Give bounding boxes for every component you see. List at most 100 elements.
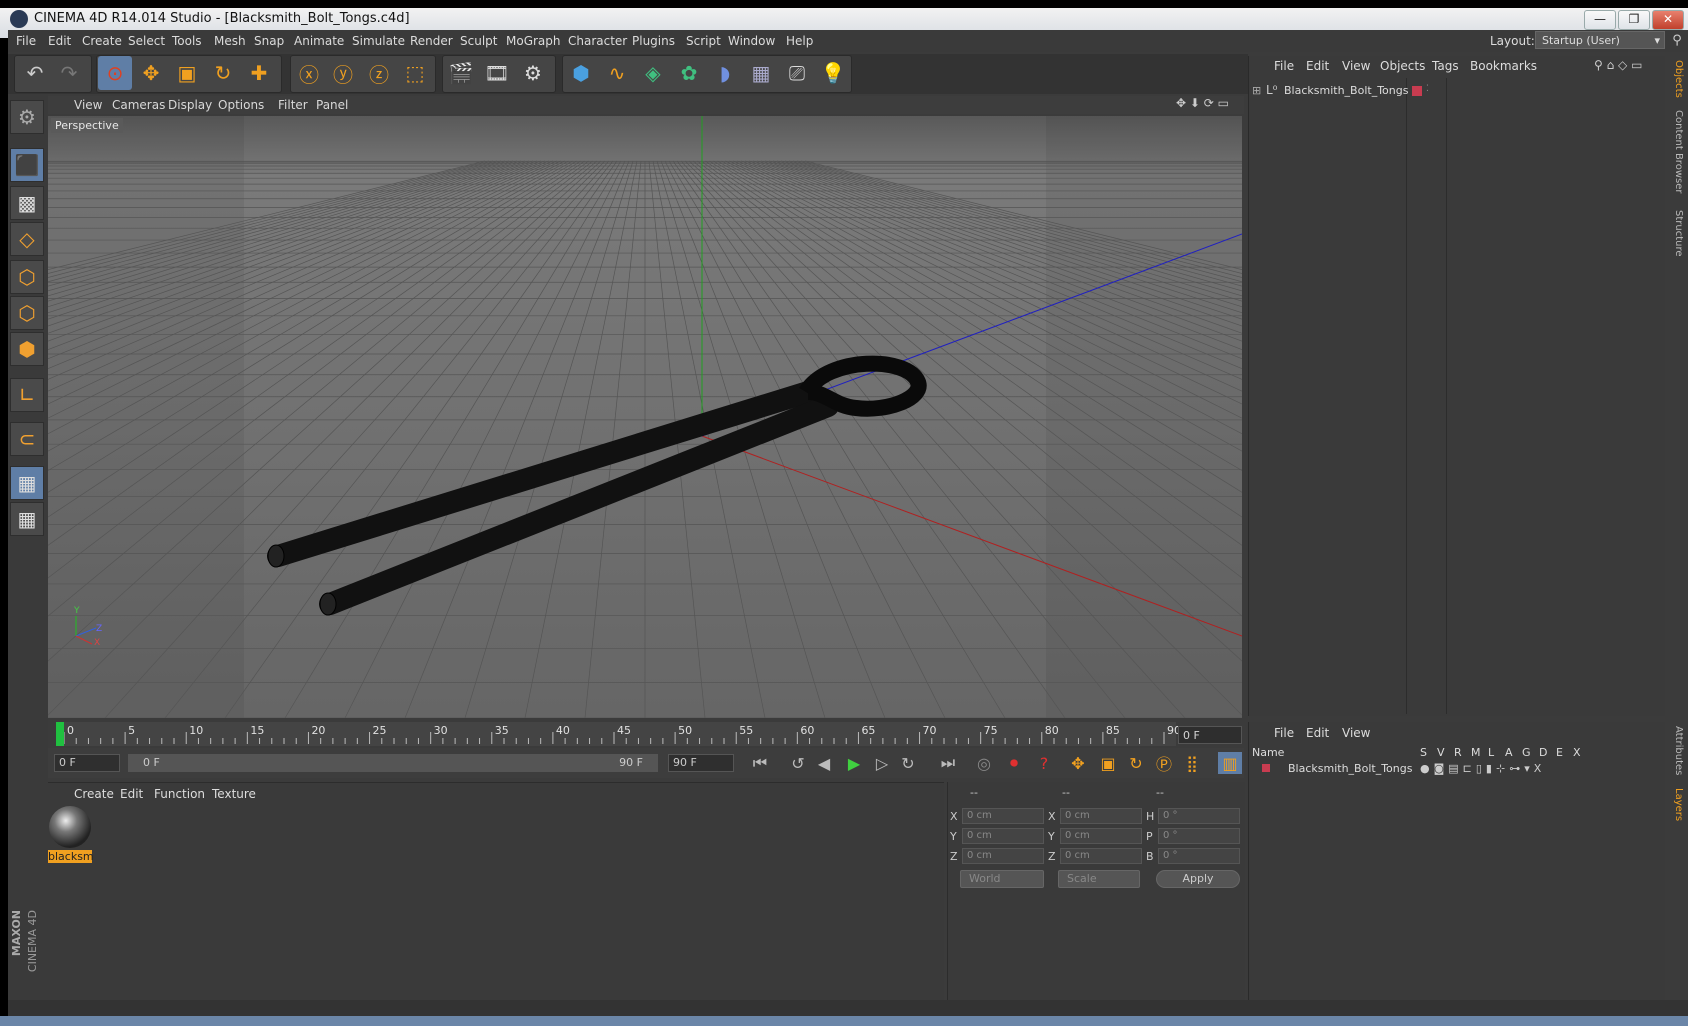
move-icon[interactable]: ✥ xyxy=(134,56,168,90)
layer-column-g[interactable]: G xyxy=(1522,746,1531,759)
minimize-button[interactable]: — xyxy=(1584,10,1616,30)
floor-icon[interactable]: ▦ xyxy=(744,56,778,90)
end-frame-field[interactable]: 90 F xyxy=(668,754,734,772)
deformer-icon[interactable]: ◗ xyxy=(708,56,742,90)
close-button[interactable]: ✕ xyxy=(1652,10,1684,30)
key-scale-icon[interactable]: ▣ xyxy=(1096,752,1120,774)
redo-icon[interactable]: ↷ xyxy=(52,56,86,90)
rotate-icon[interactable]: ↻ xyxy=(206,56,240,90)
position-z-field[interactable]: 0 cm xyxy=(962,848,1044,864)
menu-file[interactable]: File xyxy=(16,34,36,48)
tab-attributes[interactable]: Attributes xyxy=(1668,726,1684,782)
material-menu-edit[interactable]: Edit xyxy=(120,787,143,801)
keyframe-selection-icon[interactable]: ? xyxy=(1032,752,1056,774)
material-menu-function[interactable]: Function xyxy=(154,787,205,801)
next-key-icon[interactable]: ↻ xyxy=(896,752,920,774)
nurbs-icon[interactable]: ◈ xyxy=(636,56,670,90)
restore-button[interactable]: ❐ xyxy=(1618,10,1650,30)
material-name[interactable]: blacksm xyxy=(48,850,94,863)
render-picture-viewer-icon[interactable]: 🎞 xyxy=(480,56,514,90)
size-x-field[interactable]: 0 cm xyxy=(1060,808,1142,824)
layer-column-v[interactable]: V xyxy=(1437,746,1445,759)
coordinate-mode-dropdown[interactable]: World xyxy=(960,870,1044,888)
render-view-icon[interactable]: 🎬 xyxy=(444,56,478,90)
menu-help[interactable]: Help xyxy=(786,34,813,48)
menu-render[interactable]: Render xyxy=(410,34,453,48)
position-x-field[interactable]: 0 cm xyxy=(962,808,1044,824)
layer-column-d[interactable]: D xyxy=(1539,746,1547,759)
layout-dropdown[interactable]: Startup (User) ▾ xyxy=(1535,31,1665,49)
axis-mode-icon[interactable]: ∟ xyxy=(10,378,44,412)
playhead[interactable] xyxy=(56,722,64,746)
record-active-icon[interactable]: ◎ xyxy=(972,752,996,774)
coordinate-system-icon[interactable]: ⬚ xyxy=(398,56,432,90)
select-icon[interactable]: ⊙ xyxy=(98,56,132,90)
objects-menu-bookmarks[interactable]: Bookmarks xyxy=(1470,59,1537,73)
menu-edit[interactable]: Edit xyxy=(48,34,71,48)
layer-column-r[interactable]: R xyxy=(1454,746,1462,759)
preview-range-slider[interactable]: 0 F 90 F xyxy=(128,754,658,772)
tab-layers[interactable]: Layers xyxy=(1668,788,1684,828)
spline-icon[interactable]: ∿ xyxy=(600,56,634,90)
layer-column-a[interactable]: A xyxy=(1505,746,1513,759)
points-mode-icon[interactable]: ⬡ xyxy=(10,260,44,294)
y-axis-icon[interactable]: ⓨ xyxy=(326,56,360,90)
tab-structure[interactable]: Structure xyxy=(1668,210,1684,266)
menu-animate[interactable]: Animate xyxy=(294,34,344,48)
viewport-menu-view[interactable]: View xyxy=(74,98,102,112)
previous-key-icon[interactable]: ↺ xyxy=(786,752,810,774)
object-name[interactable]: Blacksmith_Bolt_Tongs xyxy=(1284,84,1408,97)
object-row[interactable]: ⊞ L⁰ Blacksmith_Bolt_Tongs ⁚ xyxy=(1250,82,1662,100)
apply-button[interactable]: Apply xyxy=(1156,870,1240,888)
rotation-p-field[interactable]: 0 ° xyxy=(1158,828,1240,844)
workplane-mode-icon[interactable]: ◇ xyxy=(10,222,44,256)
objects-menu-tags[interactable]: Tags xyxy=(1432,59,1459,73)
tab-objects[interactable]: Objects xyxy=(1668,60,1684,100)
layers-column-name[interactable]: Name xyxy=(1252,746,1284,759)
mograph-cloner-icon[interactable]: ✿ xyxy=(672,56,706,90)
objects-menu-edit[interactable]: Edit xyxy=(1306,59,1329,73)
go-to-end-icon[interactable]: ⏭ xyxy=(936,752,960,774)
material-menu-texture[interactable]: Texture xyxy=(212,787,256,801)
menu-create[interactable]: Create xyxy=(82,34,122,48)
light-icon[interactable]: 💡 xyxy=(816,56,850,90)
autokey-icon[interactable]: ⏺ xyxy=(1002,752,1026,774)
tab-content-browser[interactable]: Content Browser xyxy=(1668,110,1684,200)
play-icon[interactable]: ▶ xyxy=(842,752,866,774)
viewport-nav-icons[interactable]: ✥ ⬇ ⟳ ▭ xyxy=(1176,96,1229,110)
key-pla-icon[interactable]: ⣿ xyxy=(1180,752,1204,774)
layer-color-swatch[interactable] xyxy=(1412,86,1422,96)
material-menu-create[interactable]: Create xyxy=(74,787,114,801)
menu-simulate[interactable]: Simulate xyxy=(352,34,405,48)
menu-plugins[interactable]: Plugins xyxy=(632,34,675,48)
cube-icon[interactable]: ⬢ xyxy=(564,56,598,90)
timeline-ruler[interactable] xyxy=(56,722,1176,746)
model-mode-icon[interactable]: ⬛ xyxy=(10,148,44,182)
menu-script[interactable]: Script xyxy=(686,34,721,48)
menu-tools[interactable]: Tools xyxy=(172,34,202,48)
rotation-h-field[interactable]: 0 ° xyxy=(1158,808,1240,824)
undo-icon[interactable]: ↶ xyxy=(18,56,52,90)
layers-menu-file[interactable]: File xyxy=(1274,726,1294,740)
previous-frame-icon[interactable]: ◀ xyxy=(812,752,836,774)
next-frame-icon[interactable]: ▷ xyxy=(870,752,894,774)
timeline-window-icon[interactable]: ▥ xyxy=(1218,752,1242,774)
viewport-menu-display[interactable]: Display xyxy=(168,98,212,112)
make-editable-icon[interactable]: ⚙ xyxy=(10,100,44,134)
add-icon[interactable]: ✚ xyxy=(242,56,276,90)
viewport-menu-options[interactable]: Options xyxy=(218,98,264,112)
visibility-dots-icon[interactable]: ⁚ xyxy=(1426,84,1429,94)
viewport-menu-filter[interactable]: Filter xyxy=(278,98,308,112)
layer-column-x[interactable]: X xyxy=(1573,746,1581,759)
z-axis-icon[interactable]: ⓩ xyxy=(362,56,396,90)
viewport-menu-panel[interactable]: Panel xyxy=(316,98,348,112)
layer-flag-icons[interactable]: ●◙▤⊏▯▮⊹⊶▾X xyxy=(1420,762,1545,775)
key-rotation-icon[interactable]: ↻ xyxy=(1124,752,1148,774)
menu-mograph[interactable]: MoGraph xyxy=(506,34,561,48)
menu-sculpt[interactable]: Sculpt xyxy=(460,34,497,48)
menu-window[interactable]: Window xyxy=(728,34,775,48)
layers-menu-view[interactable]: View xyxy=(1342,726,1370,740)
size-z-field[interactable]: 0 cm xyxy=(1060,848,1142,864)
menu-mesh[interactable]: Mesh xyxy=(214,34,246,48)
search-icon[interactable]: ⚲ xyxy=(1668,30,1686,50)
